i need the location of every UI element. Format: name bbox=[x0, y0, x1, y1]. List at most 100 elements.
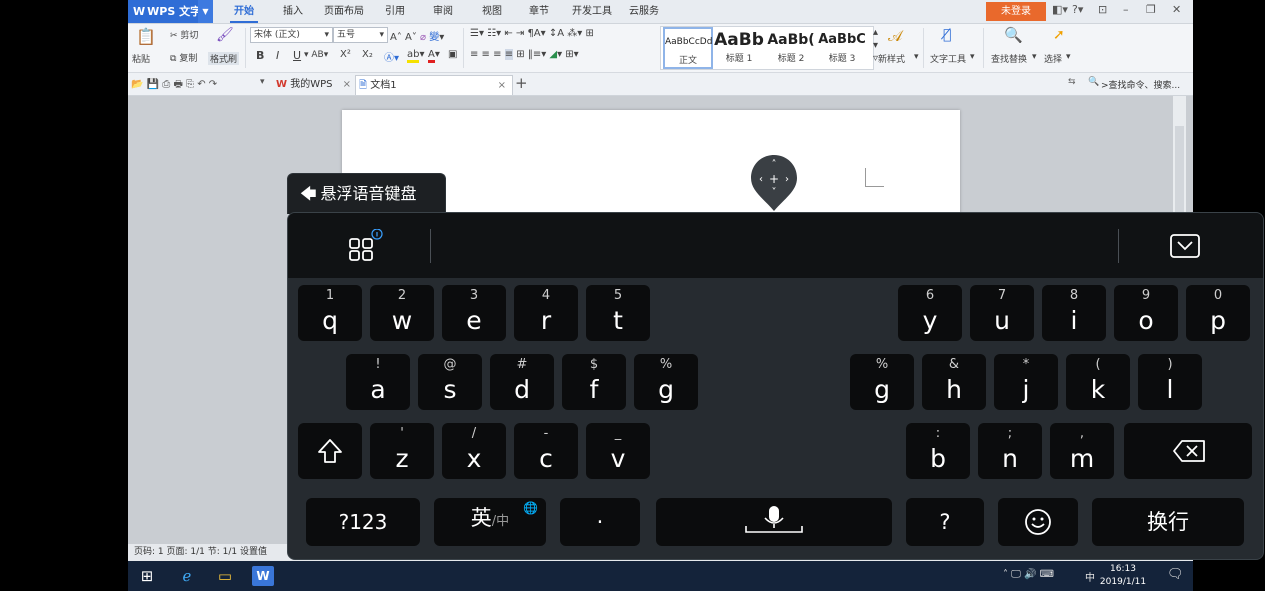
emoji-key[interactable] bbox=[998, 498, 1078, 546]
key-b[interactable]: :b bbox=[906, 423, 970, 479]
char-shading-button[interactable]: ▣ bbox=[448, 49, 457, 60]
key-i[interactable]: 8i bbox=[1042, 285, 1106, 341]
key-x[interactable]: / x bbox=[442, 423, 506, 479]
list-buttons[interactable]: ☰▾ ☷▾ ⇤ ⇥ ¶A▾ ↕A ⁂▾ ⊞ bbox=[470, 28, 594, 39]
key-v[interactable]: _ v bbox=[586, 423, 650, 479]
subscript-button[interactable]: X₂ bbox=[362, 49, 373, 60]
paste-button[interactable]: 粘贴 bbox=[132, 52, 150, 65]
hide-keyboard-icon[interactable] bbox=[1170, 234, 1200, 258]
move-handle-icon[interactable]: ˄ + ‹ › ˅ bbox=[749, 153, 799, 213]
tab-doc1[interactable]: 🗎 文档1 × bbox=[355, 75, 513, 95]
windows-start-icon[interactable]: ⊞ bbox=[136, 566, 158, 586]
notification-icon[interactable]: 🗨 bbox=[1167, 567, 1184, 582]
key-t[interactable]: 5t bbox=[586, 285, 650, 341]
key-p[interactable]: 0p bbox=[1186, 285, 1250, 341]
font-grow-shrink-icons[interactable]: A˄ A˅ ⌀ 變▾ bbox=[390, 28, 444, 43]
shift-key[interactable] bbox=[298, 423, 362, 479]
command-search-input[interactable]: >查找命令、搜索... bbox=[1101, 78, 1180, 91]
format-painter-icon[interactable]: 🖌 bbox=[216, 27, 234, 43]
key-d[interactable]: # d bbox=[490, 354, 554, 410]
text-tools-button[interactable]: 文字工具 bbox=[930, 52, 966, 65]
tab-view[interactable]: 视图 bbox=[482, 0, 502, 23]
tab-references[interactable]: 引用 bbox=[385, 0, 405, 23]
login-button[interactable]: 未登录 bbox=[986, 2, 1046, 21]
tab-cloud[interactable]: 云服务 bbox=[629, 0, 659, 23]
voice-space-key[interactable] bbox=[656, 498, 892, 546]
enter-key[interactable]: 换行 bbox=[1092, 498, 1244, 546]
key-y[interactable]: 6y bbox=[898, 285, 962, 341]
new-style-button[interactable]: 新样式 bbox=[878, 52, 905, 65]
taskbar-clock[interactable]: 16:13 2019/1/11 bbox=[1098, 563, 1148, 589]
ime-indicator[interactable]: 中 bbox=[1085, 569, 1095, 584]
quick-access-icons[interactable]: 📂 💾 ⎙ 🖶 ⎘ ↶ ↷ bbox=[131, 77, 217, 94]
font-color-button[interactable]: A▾ bbox=[428, 49, 440, 63]
copy-button[interactable]: ⧉ 复制 bbox=[170, 51, 197, 64]
tab-review[interactable]: 审阅 bbox=[433, 0, 453, 23]
key-h[interactable]: & h bbox=[922, 354, 986, 410]
select-button[interactable]: 选择 bbox=[1044, 52, 1062, 65]
apps-grid-icon[interactable] bbox=[348, 229, 384, 263]
key-n[interactable]: ; n bbox=[978, 423, 1042, 479]
style-heading-2[interactable]: AaBb( 标题 2 bbox=[765, 27, 817, 69]
wps-taskbar-icon[interactable]: W bbox=[252, 566, 274, 586]
tab-home[interactable]: 开始 bbox=[230, 0, 258, 23]
skin-icon[interactable]: ◧▾ bbox=[1052, 3, 1068, 16]
alignment-buttons[interactable]: ≡ ≡ ≡ ≡ ⊞ ‖≡▾ ◢▾ ⊞▾ bbox=[470, 49, 579, 60]
font-size-select[interactable]: 五号 ▾ bbox=[333, 27, 388, 43]
style-heading-1[interactable]: AaBb 标题 1 bbox=[713, 27, 765, 69]
highlight-button[interactable]: ab▾ bbox=[407, 49, 425, 63]
key-z[interactable]: ' z bbox=[370, 423, 434, 479]
text-effect-button[interactable]: Ⓐ▾ bbox=[384, 49, 399, 64]
minimize-icon[interactable]: – bbox=[1123, 3, 1129, 16]
key-j[interactable]: * j bbox=[994, 354, 1058, 410]
italic-button[interactable]: I bbox=[276, 49, 279, 62]
language-switch-key[interactable]: 英/中 🌐 bbox=[434, 498, 546, 546]
key-m[interactable]: ,m bbox=[1050, 423, 1114, 479]
key-s[interactable]: @ s bbox=[418, 354, 482, 410]
format-painter-button[interactable]: 格式刷 bbox=[208, 52, 240, 65]
key-q[interactable]: 1q bbox=[298, 285, 362, 341]
underline-button[interactable]: U bbox=[293, 49, 301, 62]
restore-icon[interactable]: ❐ bbox=[1146, 3, 1156, 16]
key-g-right[interactable]: % g bbox=[850, 354, 914, 410]
find-replace-button[interactable]: 查找替换 bbox=[991, 52, 1027, 65]
back-arrow-icon[interactable]: 🡄 bbox=[300, 174, 317, 214]
key-r[interactable]: 4r bbox=[514, 285, 578, 341]
strikethrough-button[interactable]: ▾ AB▾ bbox=[304, 50, 328, 60]
dot-key[interactable]: · bbox=[560, 498, 640, 546]
key-l[interactable]: ) l bbox=[1138, 354, 1202, 410]
key-u[interactable]: 7u bbox=[970, 285, 1034, 341]
key-g-left[interactable]: % g bbox=[634, 354, 698, 410]
new-tab-icon[interactable]: + bbox=[515, 74, 528, 92]
question-key[interactable]: ? bbox=[906, 498, 984, 546]
filter-icon[interactable]: ⇆ bbox=[1068, 77, 1076, 87]
keyboard-title-tab[interactable]: 🡄 悬浮语音键盘 bbox=[287, 173, 446, 214]
close-tab-icon[interactable]: × bbox=[343, 75, 351, 94]
tab-page-layout[interactable]: 页面布局 bbox=[324, 0, 364, 23]
font-name-select[interactable]: 宋体 (正文) ▾ bbox=[250, 27, 333, 43]
ie-browser-icon[interactable]: ℯ bbox=[176, 566, 198, 586]
key-c[interactable]: -c bbox=[514, 423, 578, 479]
tab-developer[interactable]: 开发工具 bbox=[572, 0, 612, 23]
tab-insert[interactable]: 插入 bbox=[283, 0, 303, 23]
style-normal[interactable]: AaBbCcDd 正文 bbox=[663, 27, 713, 69]
help-icon[interactable]: ?▾ bbox=[1072, 3, 1083, 16]
key-k[interactable]: (k bbox=[1066, 354, 1130, 410]
paste-icon[interactable]: 📋 bbox=[136, 27, 156, 46]
tab-chapter[interactable]: 章节 bbox=[529, 0, 549, 23]
symbols-key[interactable]: ?123 bbox=[306, 498, 420, 546]
tab-my-wps[interactable]: W 我的WPS × bbox=[276, 75, 351, 94]
key-e[interactable]: 3e bbox=[442, 285, 506, 341]
file-explorer-icon[interactable]: ▭ bbox=[214, 566, 236, 586]
tray-icons[interactable]: ˄ 🖵 🔊 ⌨ bbox=[1003, 569, 1054, 580]
key-a[interactable]: ! a bbox=[346, 354, 410, 410]
cut-button[interactable]: ✂ 剪切 bbox=[170, 28, 198, 41]
chevron-down-icon[interactable]: ▾ bbox=[260, 77, 265, 87]
collapse-ribbon-icon[interactable]: ⊡ bbox=[1098, 3, 1107, 16]
key-f[interactable]: $ f bbox=[562, 354, 626, 410]
key-o[interactable]: 9o bbox=[1114, 285, 1178, 341]
backspace-key[interactable] bbox=[1124, 423, 1252, 479]
close-tab-icon[interactable]: × bbox=[498, 76, 506, 95]
close-icon[interactable]: ✕ bbox=[1172, 3, 1181, 16]
style-heading-3[interactable]: AaBbC 标题 3 bbox=[817, 27, 867, 69]
